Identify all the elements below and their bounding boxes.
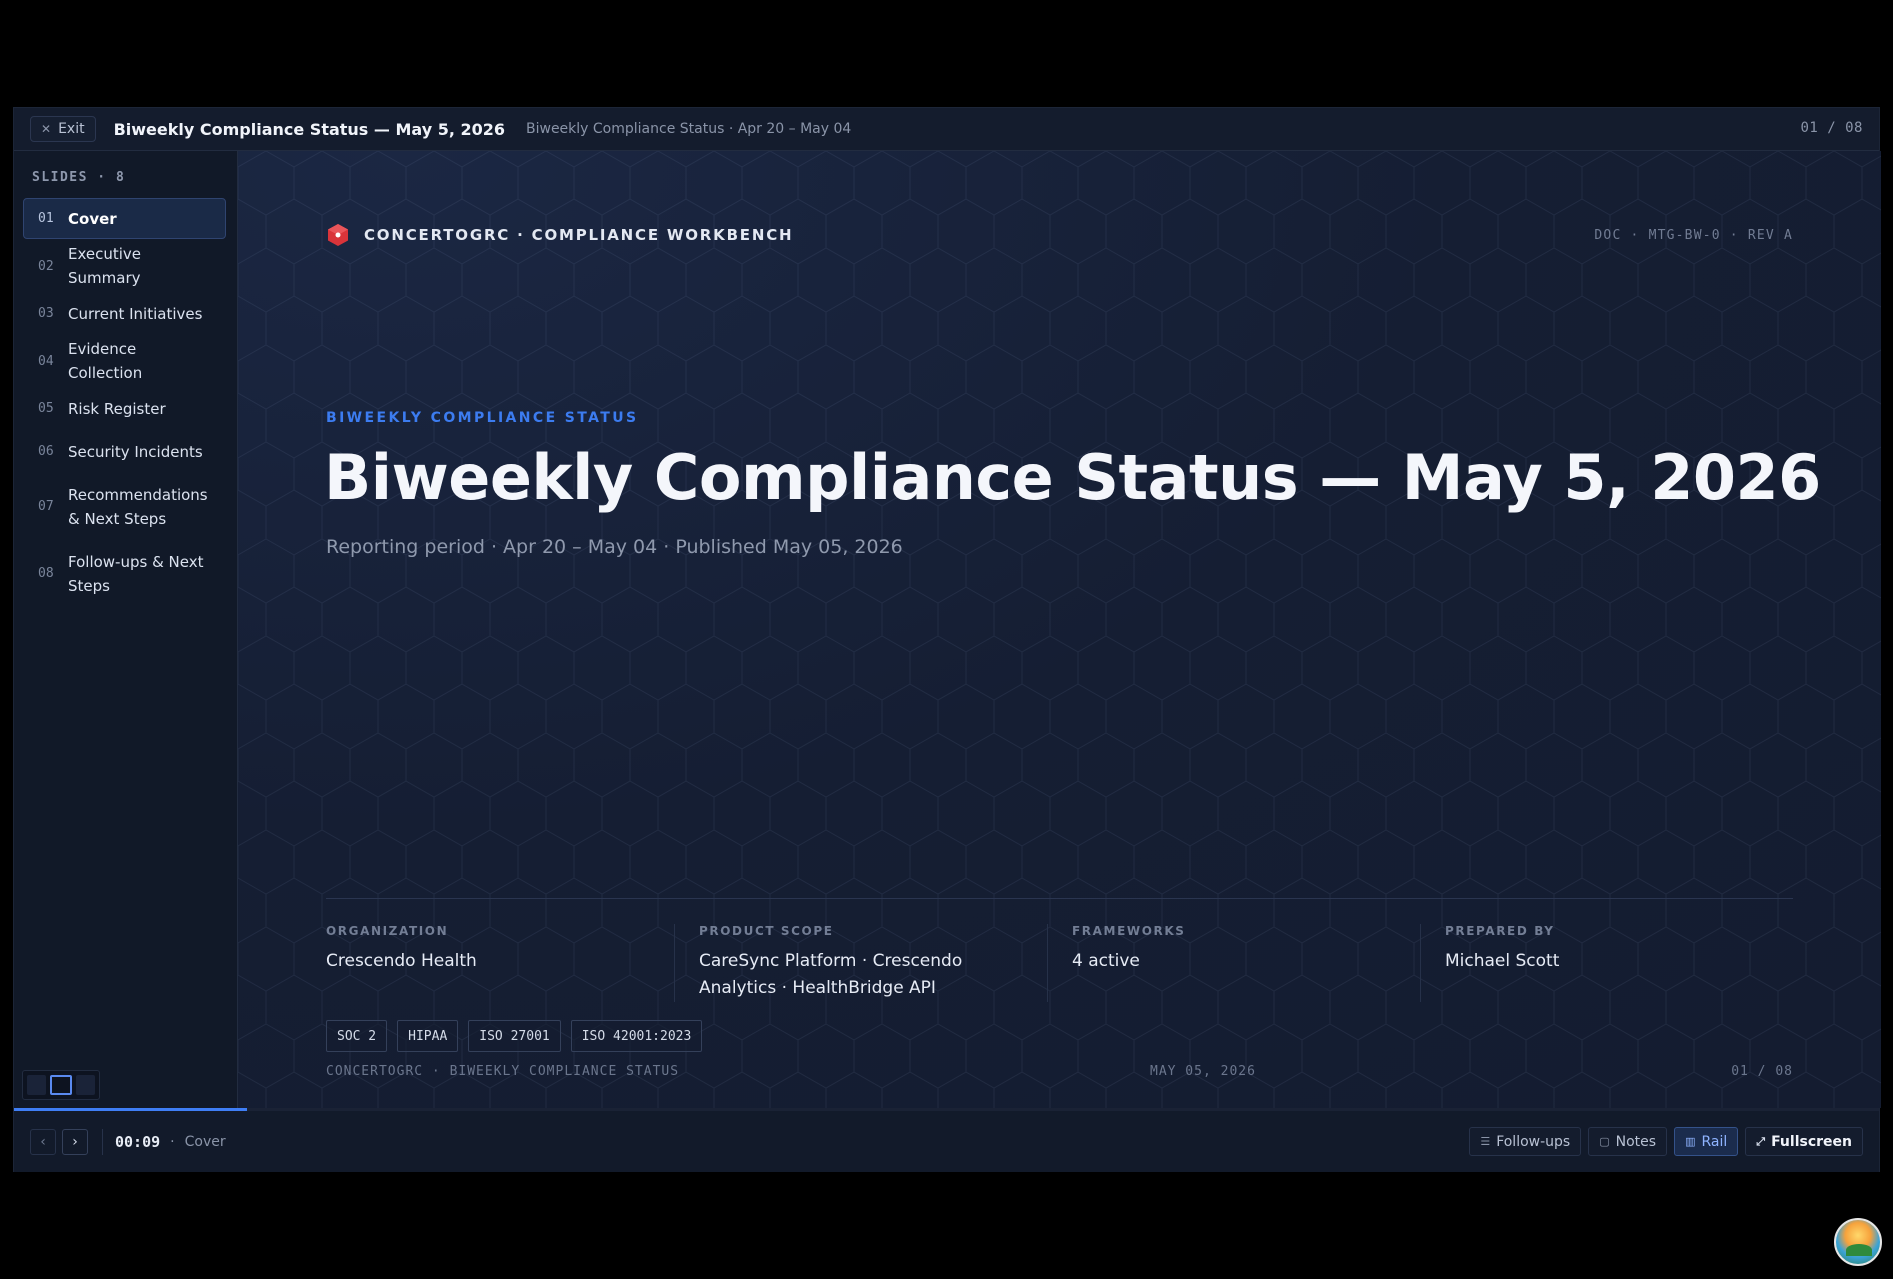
user-avatar[interactable] (1834, 1218, 1882, 1266)
divider (326, 898, 1793, 899)
slide-label: Evidence Collection (68, 340, 143, 382)
meta-label: FRAMEWORKS (1072, 924, 1186, 938)
next-slide-button[interactable]: › (62, 1128, 88, 1155)
bottom-actions: ☰ Follow-ups ▢ Notes ▥ Rail ⤢ Fullscreen (1469, 1127, 1863, 1156)
sidebar-icon: ▥ (1685, 1135, 1696, 1148)
slide-label: Follow-ups & Next Steps (68, 552, 204, 595)
rail-label: Rail (1701, 1133, 1728, 1150)
brand: CONCERTOGRC · COMPLIANCE WORKBENCH (326, 223, 793, 247)
meta-frameworks: FRAMEWORKS 4 active (1047, 924, 1420, 1002)
slide-label: Recommendations & Next Steps (68, 485, 208, 528)
meta-value: Michael Scott (1445, 951, 1560, 971)
slide-number: 05 (38, 401, 54, 416)
expand-icon: ⤢ (1756, 1134, 1766, 1148)
follow-ups-button[interactable]: ☰ Follow-ups (1469, 1127, 1582, 1156)
framework-tags: SOC 2 HIPAA ISO 27001 ISO 42001:2023 (326, 1020, 703, 1052)
slide-number: 01 (38, 211, 54, 226)
meta-value: Crescendo Health (326, 951, 477, 971)
notes-label: Notes (1615, 1133, 1657, 1150)
framework-tag: HIPAA (397, 1020, 459, 1052)
slide-label: Security Incidents (68, 442, 203, 461)
slide-list: 01 Cover 02 Executive Summary 03 Current… (23, 198, 226, 608)
framework-tag: ISO 27001 (468, 1020, 561, 1052)
presentation-app: ✕ Exit Biweekly Compliance Status — May … (13, 107, 1881, 1172)
close-icon: ✕ (41, 122, 52, 136)
slide-item-executive-summary[interactable]: 02 Executive Summary (23, 241, 226, 291)
slide-label: Risk Register (68, 399, 166, 418)
chevron-left-icon: ‹ (40, 1133, 46, 1150)
slide-item-evidence-collection[interactable]: 04 Evidence Collection (23, 336, 226, 386)
view-mode-navy[interactable] (76, 1075, 96, 1095)
slide-item-cover[interactable]: 01 Cover (23, 198, 226, 239)
cover-metadata: ORGANIZATION Crescendo Health PRODUCT SC… (326, 924, 1793, 1002)
view-mode-toggle[interactable] (22, 1070, 100, 1100)
notes-button[interactable]: ▢ Notes (1588, 1127, 1668, 1156)
deck-subtitle: Biweekly Compliance Status · Apr 20 – Ma… (526, 121, 852, 137)
rail-toggle-button[interactable]: ▥ Rail (1674, 1127, 1739, 1156)
slide-number: 03 (38, 306, 54, 321)
slides-heading: SLIDES · 8 (32, 170, 126, 185)
view-mode-dark[interactable] (27, 1075, 46, 1095)
slide-canvas: CONCERTOGRC · COMPLIANCE WORKBENCH DOC ·… (238, 151, 1881, 1108)
slide-footer: CONCERTOGRC · BIWEEKLY COMPLIANCE STATUS… (326, 1064, 1793, 1079)
meta-value: CareSync Platform · Crescendo Analytics … (699, 951, 963, 998)
meta-label: PREPARED BY (1445, 924, 1555, 938)
meta-label: PRODUCT SCOPE (699, 924, 834, 938)
fullscreen-button[interactable]: ⤢ Fullscreen (1745, 1127, 1863, 1156)
meta-value: 4 active (1072, 951, 1140, 971)
presentation-timer: 00:09 · Cover (102, 1128, 226, 1155)
deck-title: Biweekly Compliance Status — May 5, 2026 (113, 119, 505, 139)
slide-item-risk-register[interactable]: 05 Risk Register (23, 388, 226, 429)
slide-label: Current Initiatives (68, 304, 203, 323)
list-icon: ☰ (1480, 1135, 1491, 1148)
brand-name: CONCERTOGRC · COMPLIANCE WORKBENCH (364, 226, 794, 244)
slide-counter: 01 / 08 (1800, 120, 1863, 136)
slide-item-recommendations[interactable]: 07 Recommendations & Next Steps (23, 474, 226, 539)
slide-item-current-initiatives[interactable]: 03 Current Initiatives (23, 293, 226, 334)
meta-prepared-by: PREPARED BY Michael Scott (1420, 924, 1793, 1002)
slide-item-security-incidents[interactable]: 06 Security Incidents (23, 431, 226, 472)
slide-subtitle: Reporting period · Apr 20 – May 04 · Pub… (326, 536, 903, 558)
slide-number: 04 (38, 353, 54, 369)
exit-button[interactable]: ✕ Exit (30, 116, 96, 142)
hexagon-logo-icon (328, 224, 348, 246)
framework-tag: SOC 2 (326, 1020, 388, 1052)
separator-dot: · (170, 1133, 175, 1150)
slide-label: Executive Summary (68, 245, 142, 287)
slide-number: 08 (38, 566, 54, 581)
chevron-right-icon: › (72, 1133, 78, 1150)
meta-product-scope: PRODUCT SCOPE CareSync Platform · Cresce… (674, 924, 1047, 1002)
slide-number: 07 (38, 499, 54, 514)
document-id: DOC · MTG-BW-0 · REV A (1594, 228, 1793, 243)
view-mode-outline[interactable] (49, 1075, 73, 1095)
footer-page: 01 / 08 (1731, 1064, 1793, 1079)
slide-title: Biweekly Compliance Status — May 5, 2026 (324, 441, 1821, 514)
slide-number: 06 (38, 444, 54, 459)
note-icon: ▢ (1599, 1135, 1610, 1148)
elapsed-time: 00:09 (115, 1132, 161, 1151)
follow-ups-label: Follow-ups (1496, 1133, 1571, 1150)
fullscreen-label: Fullscreen (1771, 1133, 1852, 1150)
current-slide-name: Cover (184, 1133, 226, 1150)
slide-label: Cover (68, 209, 117, 228)
footer-left: CONCERTOGRC · BIWEEKLY COMPLIANCE STATUS (326, 1064, 680, 1079)
slide-kicker: BIWEEKLY COMPLIANCE STATUS (326, 410, 639, 426)
framework-tag: ISO 42001:2023 (570, 1020, 703, 1052)
exit-label: Exit (58, 121, 85, 137)
slide-number: 02 (38, 258, 54, 274)
footer-date: MAY 05, 2026 (1150, 1064, 1256, 1079)
meta-organization: ORGANIZATION Crescendo Health (326, 924, 674, 1002)
top-bar: ✕ Exit Biweekly Compliance Status — May … (14, 108, 1879, 151)
previous-slide-button[interactable]: ‹ (30, 1128, 56, 1155)
slide-item-follow-ups[interactable]: 08 Follow-ups & Next Steps (23, 541, 226, 606)
slide-rail: SLIDES · 8 01 Cover 02 Executive Summary… (14, 151, 238, 1108)
meta-label: ORGANIZATION (326, 924, 449, 938)
bottom-bar: ‹ › 00:09 · Cover ☰ Follow-ups ▢ Notes ▥… (14, 1111, 1879, 1172)
